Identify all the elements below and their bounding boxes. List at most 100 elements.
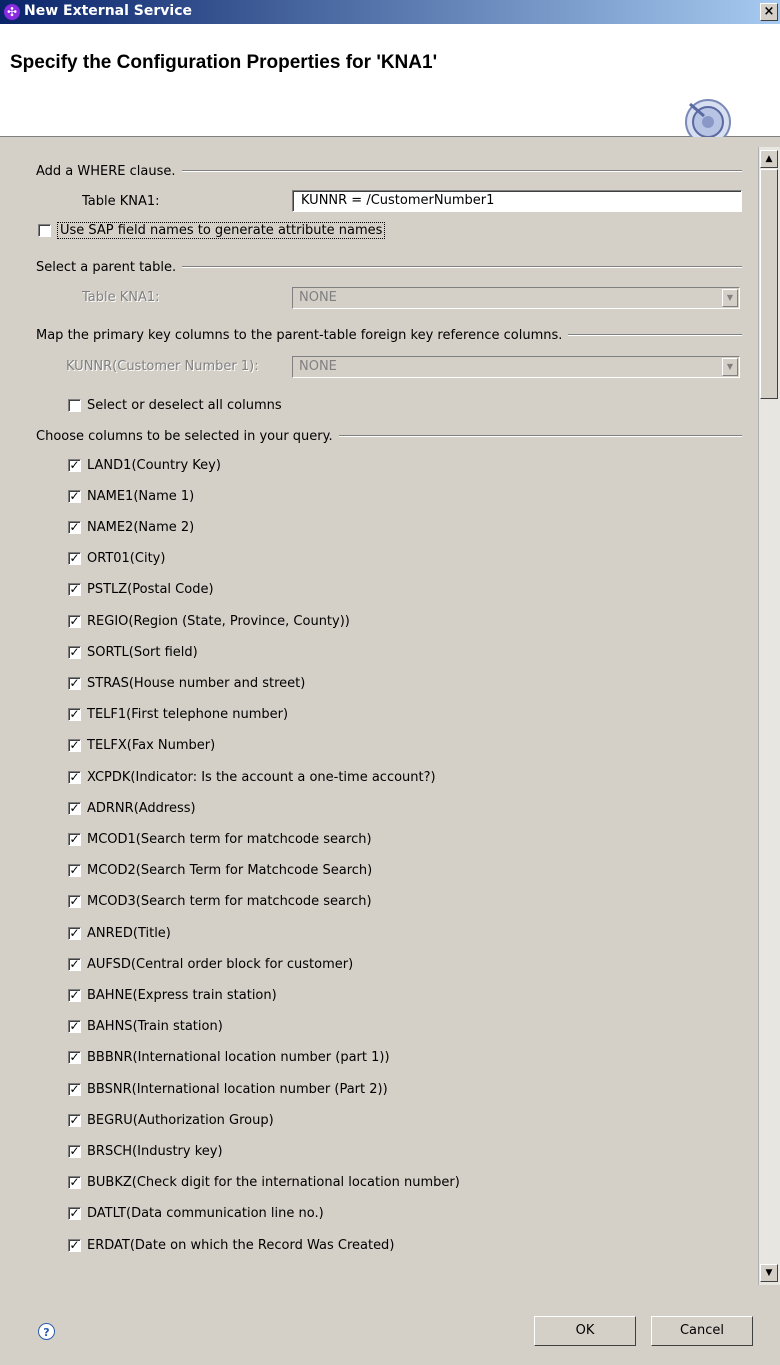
parent-table-select[interactable]: NONE ▼ xyxy=(292,287,740,309)
select-all-label: Select or deselect all columns xyxy=(87,397,282,413)
scroll-thumb[interactable] xyxy=(760,169,778,399)
column-checkbox[interactable]: ✓ ANRED(Title) xyxy=(68,923,171,943)
column-label: BAHNE(Express train station) xyxy=(87,987,277,1003)
up-arrow-icon[interactable]: ▲ xyxy=(760,150,778,168)
column-checkbox[interactable]: ✓ NAME2(Name 2) xyxy=(68,517,194,537)
map-section-header: Map the primary key columns to the paren… xyxy=(36,326,742,344)
column-label: SORTL(Sort field) xyxy=(87,644,198,660)
check-icon[interactable]: ✓ xyxy=(68,1207,81,1221)
column-checkbox[interactable]: ✓ TELF1(First telephone number) xyxy=(68,705,288,725)
column-checkbox[interactable]: ✓ ORT01(City) xyxy=(68,549,165,569)
check-icon[interactable]: ✓ xyxy=(68,1144,81,1158)
close-button[interactable]: × xyxy=(760,3,778,21)
help-icon[interactable]: ? xyxy=(38,1323,55,1340)
column-label: BBBNR(International location number (par… xyxy=(87,1050,390,1066)
column-checkbox[interactable]: ✓ BAHNE(Express train station) xyxy=(68,985,277,1005)
column-checkbox[interactable]: ✓ SORTL(Sort field) xyxy=(68,642,198,662)
column-checkbox[interactable]: ✓ BAHNS(Train station) xyxy=(68,1017,223,1037)
check-icon[interactable]: ✓ xyxy=(68,520,81,534)
check-icon[interactable]: ✓ xyxy=(68,1020,81,1034)
check-icon[interactable]: ✓ xyxy=(68,1113,81,1127)
cancel-button[interactable]: Cancel xyxy=(651,1316,753,1346)
check-icon[interactable]: ✓ xyxy=(68,895,81,909)
checkbox-box[interactable] xyxy=(38,223,51,237)
sap-field-names-checkbox[interactable]: Use SAP field names to generate attribut… xyxy=(38,220,386,240)
column-checkbox[interactable]: ✓ ERDAT(Date on which the Record Was Crea… xyxy=(68,1235,394,1255)
ok-button[interactable]: OK xyxy=(534,1316,636,1346)
where-table-label: Table KNA1: xyxy=(82,194,160,209)
column-checkbox[interactable]: ✓ BUBKZ(Check digit for the international… xyxy=(68,1173,460,1193)
separator xyxy=(338,435,742,437)
key-column-label: KUNNR(Customer Number 1): xyxy=(66,359,259,374)
separator xyxy=(182,266,742,268)
column-checkbox[interactable]: ✓ XCPDK(Indicator: Is the account a one-t… xyxy=(68,767,436,787)
column-label: STRAS(House number and street) xyxy=(87,675,306,691)
column-label: ORT01(City) xyxy=(87,551,166,567)
column-label: MCOD1(Search term for matchcode search) xyxy=(87,831,372,847)
check-icon[interactable]: ✓ xyxy=(68,708,81,722)
column-checkbox[interactable]: ✓ PSTLZ(Postal Code) xyxy=(68,580,214,600)
column-checkbox[interactable]: ✓ LAND1(Country Key) xyxy=(68,455,221,475)
column-checkbox[interactable]: ✓ BBSNR(International location number (Pa… xyxy=(68,1079,388,1099)
check-icon[interactable]: ✓ xyxy=(68,1051,81,1065)
column-checkbox[interactable]: ✓ BRSCH(Industry key) xyxy=(68,1141,223,1161)
map-section-label: Map the primary key columns to the paren… xyxy=(36,327,563,343)
column-label: ADRNR(Address) xyxy=(87,800,196,816)
column-label: ANRED(Title) xyxy=(87,925,171,941)
column-label: LAND1(Country Key) xyxy=(87,457,221,473)
column-label: NAME1(Name 1) xyxy=(87,488,195,504)
select-all-checkbox[interactable]: Select or deselect all columns xyxy=(68,395,282,415)
properties-panel: Add a WHERE clause. Table KNA1: KUNNR = … xyxy=(0,137,758,1287)
column-checkbox[interactable]: ✓ REGIO(Region (State, Province, County)) xyxy=(68,611,350,631)
check-icon[interactable]: ✓ xyxy=(68,957,81,971)
checkbox-box[interactable] xyxy=(68,398,81,412)
vertical-scrollbar[interactable]: ▲ ▼ xyxy=(758,147,780,1285)
column-checkbox[interactable]: ✓ BEGRU(Authorization Group) xyxy=(68,1110,274,1130)
check-icon[interactable]: ✓ xyxy=(68,458,81,472)
check-icon[interactable]: ✓ xyxy=(68,1238,81,1252)
chevron-down-icon[interactable]: ▼ xyxy=(722,289,738,307)
check-icon[interactable]: ✓ xyxy=(68,1082,81,1096)
check-icon[interactable]: ✓ xyxy=(68,988,81,1002)
where-section-header: Add a WHERE clause. xyxy=(36,162,742,180)
window-title: New External Service xyxy=(24,3,192,19)
column-label: REGIO(Region (State, Province, County)) xyxy=(87,613,350,629)
check-icon[interactable]: ✓ xyxy=(68,489,81,503)
sap-field-names-label: Use SAP field names to generate attribut… xyxy=(57,221,386,239)
parent-table-label: Table KNA1: xyxy=(82,290,160,305)
check-icon[interactable]: ✓ xyxy=(68,583,81,597)
check-icon[interactable]: ✓ xyxy=(68,926,81,940)
column-checkbox[interactable]: ✓ NAME1(Name 1) xyxy=(68,486,194,506)
parent-table-value: NONE xyxy=(299,290,337,305)
check-icon[interactable]: ✓ xyxy=(68,832,81,846)
column-checkbox[interactable]: ✓ AUFSD(Central order block for customer) xyxy=(68,954,353,974)
check-icon[interactable]: ✓ xyxy=(68,676,81,690)
separator xyxy=(568,334,742,336)
dialog-footer: ? OK Cancel xyxy=(0,1285,780,1365)
chevron-down-icon[interactable]: ▼ xyxy=(722,358,738,376)
column-label: BAHNS(Train station) xyxy=(87,1019,223,1035)
column-label: NAME2(Name 2) xyxy=(87,519,195,535)
check-icon[interactable]: ✓ xyxy=(68,801,81,815)
column-label: DATLT(Data communication line no.) xyxy=(87,1206,324,1222)
check-icon[interactable]: ✓ xyxy=(68,1176,81,1190)
down-arrow-icon[interactable]: ▼ xyxy=(760,1264,778,1282)
check-icon[interactable]: ✓ xyxy=(68,614,81,628)
column-checkbox[interactable]: ✓ MCOD1(Search term for matchcode search) xyxy=(68,829,372,849)
check-icon[interactable]: ✓ xyxy=(68,552,81,566)
key-column-select[interactable]: NONE ▼ xyxy=(292,356,740,378)
column-checkbox[interactable]: ✓ MCOD3(Search term for matchcode search) xyxy=(68,892,372,912)
check-icon[interactable]: ✓ xyxy=(68,645,81,659)
columns-section-label: Choose columns to be selected in your qu… xyxy=(36,428,333,444)
check-icon[interactable]: ✓ xyxy=(68,739,81,753)
check-icon[interactable]: ✓ xyxy=(68,864,81,878)
column-checkbox[interactable]: ✓ TELFX(Fax Number) xyxy=(68,736,215,756)
where-clause-input[interactable]: KUNNR = /CustomerNumber1 xyxy=(292,190,742,212)
column-checkbox[interactable]: ✓ STRAS(House number and street) xyxy=(68,673,305,693)
column-checkbox[interactable]: ✓ MCOD2(Search Term for Matchcode Search) xyxy=(68,861,372,881)
column-checkbox[interactable]: ✓ DATLT(Data communication line no.) xyxy=(68,1204,324,1224)
check-icon[interactable]: ✓ xyxy=(68,770,81,784)
column-checkbox[interactable]: ✓ ADRNR(Address) xyxy=(68,798,196,818)
column-checkbox[interactable]: ✓ BBBNR(International location number (pa… xyxy=(68,1048,390,1068)
page-title: Specify the Configuration Properties for… xyxy=(10,52,438,73)
